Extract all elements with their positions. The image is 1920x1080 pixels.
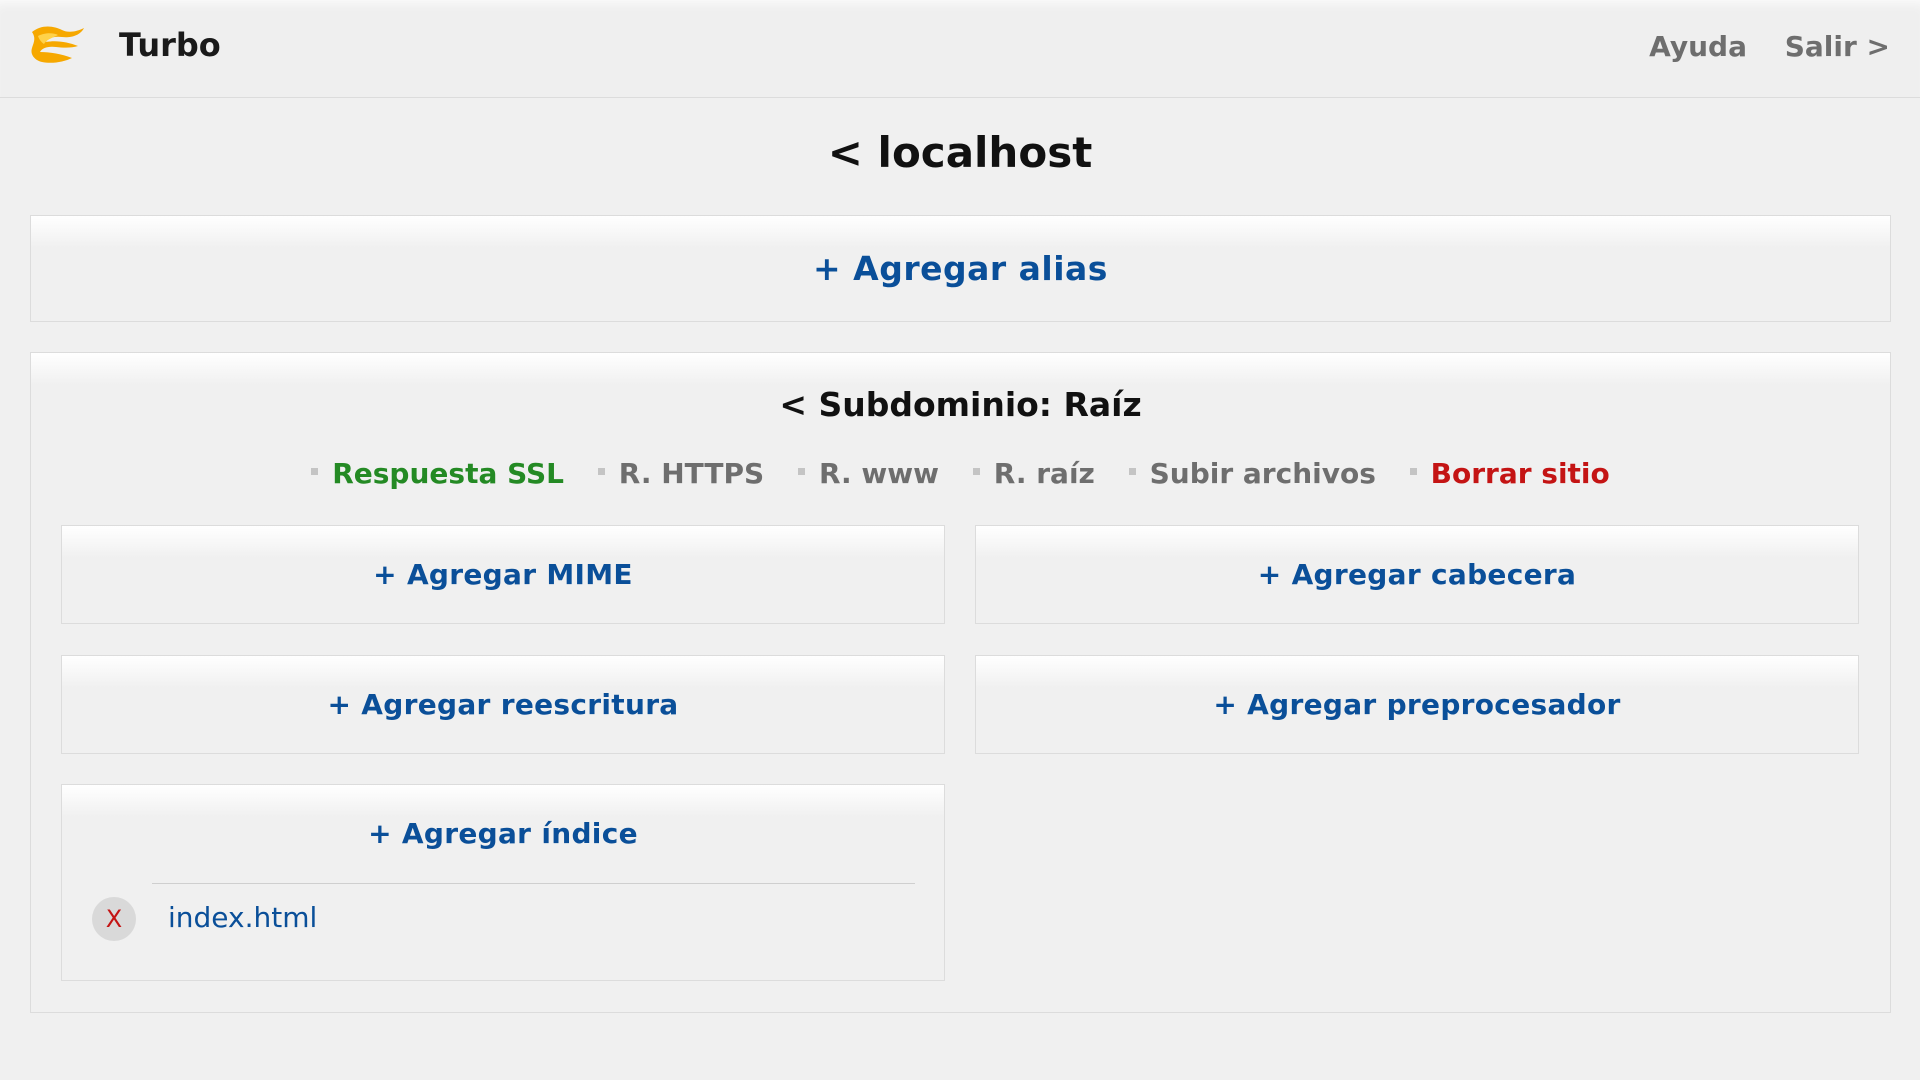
- add-index-button[interactable]: + Agregar índice: [62, 785, 944, 882]
- add-rewrite-button[interactable]: + Agregar reescritura: [62, 656, 944, 753]
- add-mime-button[interactable]: + Agregar MIME: [62, 526, 944, 623]
- top-nav: Ayuda Salir >: [1621, 30, 1890, 63]
- preprocessor-box: + Agregar preprocesador: [975, 655, 1859, 754]
- https-redirect-link[interactable]: R. HTTPS: [597, 457, 765, 490]
- page-title[interactable]: < localhost: [0, 128, 1920, 177]
- www-redirect-label: R. www: [818, 457, 940, 490]
- header-box: + Agregar cabecera: [975, 525, 1859, 624]
- www-redirect-link[interactable]: R. www: [797, 457, 940, 490]
- delete-index-button[interactable]: X: [92, 897, 136, 941]
- index-box: + Agregar índice X index.html: [61, 784, 945, 981]
- index-file-name[interactable]: index.html: [168, 901, 317, 934]
- subdomain-title[interactable]: < Subdominio: Raíz: [31, 385, 1890, 424]
- delete-site-label: Borrar sitio: [1430, 457, 1610, 490]
- subdomain-actions: Respuesta SSL R. HTTPS R. www R. raíz Su…: [31, 457, 1890, 490]
- rewrite-box: + Agregar reescritura: [61, 655, 945, 754]
- bullet: [1128, 467, 1136, 475]
- bullet: [1409, 467, 1417, 475]
- help-link[interactable]: Ayuda: [1649, 30, 1747, 63]
- subdomain-card: < Subdominio: Raíz Respuesta SSL R. HTTP…: [30, 352, 1891, 1013]
- upload-files-label: Subir archivos: [1149, 457, 1376, 490]
- logout-link[interactable]: Salir >: [1785, 30, 1890, 63]
- bullet: [311, 467, 319, 475]
- mime-box: + Agregar MIME: [61, 525, 945, 624]
- https-redirect-label: R. HTTPS: [618, 457, 765, 490]
- delete-site-link[interactable]: Borrar sitio: [1409, 457, 1610, 490]
- top-bar: Turbo Ayuda Salir >: [0, 0, 1920, 98]
- divider: [152, 883, 915, 884]
- root-redirect-label: R. raíz: [993, 457, 1095, 490]
- bullet: [797, 467, 805, 475]
- add-header-button[interactable]: + Agregar cabecera: [976, 526, 1858, 623]
- add-preprocessor-button[interactable]: + Agregar preprocesador: [976, 656, 1858, 753]
- upload-files-link[interactable]: Subir archivos: [1128, 457, 1376, 490]
- bullet: [597, 467, 605, 475]
- ssl-response-label: Respuesta SSL: [332, 457, 565, 490]
- app-name: Turbo: [119, 26, 221, 64]
- ssl-response-link[interactable]: Respuesta SSL: [311, 457, 564, 490]
- add-alias-button[interactable]: + Agregar alias: [31, 216, 1890, 321]
- alias-card: + Agregar alias: [30, 215, 1891, 322]
- bullet: [972, 467, 980, 475]
- flame-logo-icon[interactable]: [28, 22, 90, 72]
- root-redirect-link[interactable]: R. raíz: [972, 457, 1095, 490]
